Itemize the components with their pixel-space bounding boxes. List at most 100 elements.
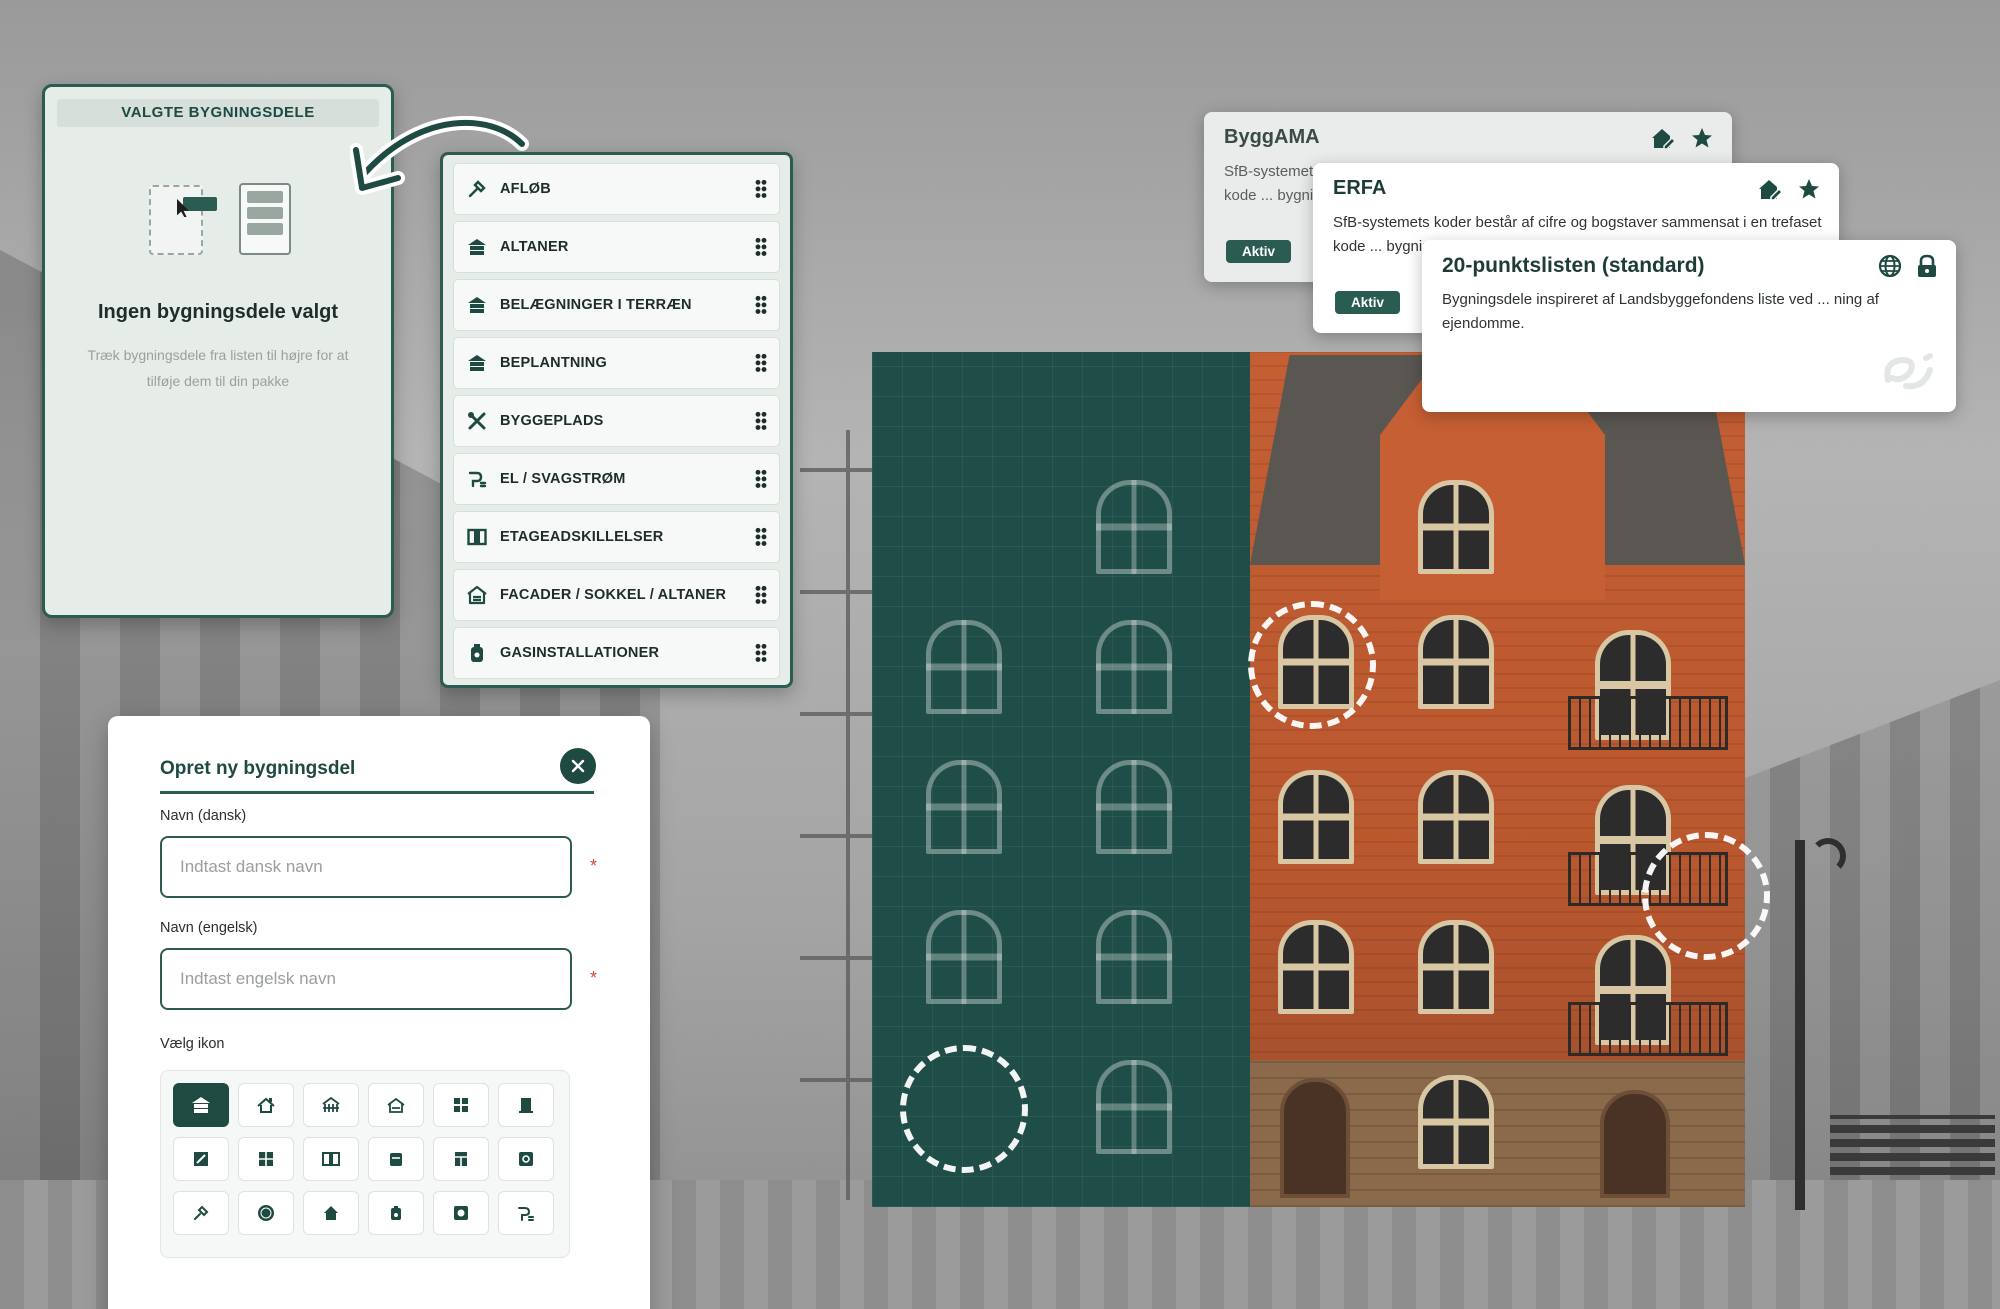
list-item-label: BELÆGNINGER I TERRÆN — [500, 297, 692, 313]
drill-icon — [466, 178, 488, 200]
drill-icon — [194, 1205, 209, 1220]
hotspot-door[interactable] — [900, 1045, 1028, 1173]
window-icon — [259, 1152, 273, 1166]
list-item-belaegninger[interactable]: BELÆGNINGER I TERRÆN — [453, 279, 780, 331]
brick-window — [1278, 770, 1354, 864]
gas-icon — [390, 1153, 402, 1166]
drop-slot-icon — [149, 185, 203, 255]
blueprint-window — [1096, 760, 1172, 854]
icon-option-roof[interactable] — [238, 1083, 294, 1127]
icon-option-grid[interactable] — [433, 1083, 489, 1127]
gear-icon — [519, 1152, 533, 1166]
drag-handle-icon[interactable] — [755, 237, 767, 257]
blueprint-window — [926, 620, 1002, 714]
icon-option-bridge[interactable] — [303, 1083, 359, 1127]
icon-option-gas[interactable] — [368, 1137, 424, 1181]
roof-icon — [257, 1097, 275, 1113]
drag-handle-icon[interactable] — [755, 411, 767, 431]
name-en-input[interactable] — [160, 948, 572, 1010]
brick-window — [1418, 480, 1494, 574]
facade-icon — [387, 1097, 405, 1113]
list-item-afloeb[interactable]: AFLØB — [453, 163, 780, 215]
status-badge: Aktiv — [1226, 240, 1292, 263]
plug-icon — [518, 1207, 534, 1221]
standard-title: ByggAMA — [1224, 126, 1320, 148]
drag-handle-icon[interactable] — [755, 585, 767, 605]
grid-icon — [454, 1098, 468, 1112]
close-button[interactable] — [560, 748, 596, 784]
list-item-altaner[interactable]: ALTANER — [453, 221, 780, 273]
gas-icon — [466, 642, 488, 664]
drag-handle-icon[interactable] — [755, 353, 767, 373]
list-item-label: BYGGEPLADS — [500, 413, 604, 429]
list-item-label: GASINSTALLATIONER — [500, 645, 660, 661]
street-lamp-head — [1810, 838, 1846, 874]
plug-icon — [466, 468, 488, 490]
house-icon — [324, 1206, 338, 1220]
lock-icon[interactable] — [1916, 254, 1938, 278]
building-icon — [466, 236, 488, 258]
standard-description: Bygningsdele inspireret af Landsbyggefon… — [1442, 291, 1879, 332]
icon-option-circle[interactable] — [238, 1191, 294, 1235]
brick-window — [1418, 615, 1494, 709]
blueprint-window — [1096, 910, 1172, 1004]
drag-handle-icon[interactable] — [755, 643, 767, 663]
building-icon — [192, 1097, 210, 1113]
drag-drop-illustration — [45, 179, 391, 299]
icon-option-gas-2[interactable] — [368, 1191, 424, 1235]
icon-option-column[interactable] — [433, 1137, 489, 1181]
selected-parts-panel[interactable]: VALGTE BYGNINGSDELE Ingen bygningsdele v… — [42, 84, 394, 618]
brand-watermark-icon — [1884, 353, 1933, 390]
icon-picker-label: Vælg ikon — [160, 1036, 225, 1052]
standard-card-20-punktslisten[interactable]: 20-punktslisten (standard) Bygningsdele … — [1422, 240, 1956, 412]
icon-option-facade[interactable] — [368, 1083, 424, 1127]
list-item-facader[interactable]: FACADER / SOKKEL / ALTANER — [453, 569, 780, 621]
icon-picker-grid — [160, 1070, 570, 1258]
star-icon[interactable] — [1690, 126, 1714, 150]
list-item-el-svagstroem[interactable]: EL / SVAGSTRØM — [453, 453, 780, 505]
icon-option-building[interactable] — [173, 1083, 229, 1127]
dialog-title: Opret ny bygningsdel — [160, 758, 356, 779]
list-item-byggeplads[interactable]: BYGGEPLADS — [453, 395, 780, 447]
blueprint-window — [926, 910, 1002, 1004]
list-item-etageadskillelser[interactable]: ETAGEADSKILLELSER — [453, 511, 780, 563]
list-item-label: EL / SVAGSTRØM — [500, 471, 626, 487]
star-icon[interactable] — [1797, 177, 1821, 201]
house-edit-icon[interactable] — [1650, 126, 1676, 150]
icon-option-door[interactable] — [498, 1083, 554, 1127]
building-icon — [466, 294, 488, 316]
hotspot-window[interactable] — [1248, 601, 1376, 729]
list-item-beplantning[interactable]: BEPLANTNING — [453, 337, 780, 389]
icon-option-gear[interactable] — [498, 1137, 554, 1181]
list-item-label: ALTANER — [500, 239, 569, 255]
hotspot-balcony[interactable] — [1642, 832, 1770, 960]
icon-option-panel[interactable] — [173, 1137, 229, 1181]
globe-icon[interactable] — [1878, 254, 1902, 278]
icon-option-house[interactable] — [303, 1191, 359, 1235]
blueprint-window — [1096, 620, 1172, 714]
icon-option-wall[interactable] — [303, 1137, 359, 1181]
house-edit-icon[interactable] — [1757, 177, 1783, 201]
drag-handle-icon[interactable] — [755, 295, 767, 315]
icon-option-plug[interactable] — [498, 1191, 554, 1235]
brick-window — [1418, 770, 1494, 864]
icon-option-square[interactable] — [433, 1191, 489, 1235]
icon-option-drill[interactable] — [173, 1191, 229, 1235]
panel-icon — [194, 1152, 208, 1166]
list-item-gasinstallationer[interactable]: GASINSTALLATIONER — [453, 627, 780, 679]
standard-title: ERFA — [1333, 177, 1387, 199]
balcony — [1568, 1002, 1728, 1056]
tools-icon — [466, 410, 488, 432]
standard-title: 20-punktslisten (standard) — [1442, 254, 1705, 277]
name-da-input[interactable] — [160, 836, 572, 898]
drag-handle-icon[interactable] — [755, 179, 767, 199]
brick-window — [1418, 920, 1494, 1014]
icon-option-window[interactable] — [238, 1137, 294, 1181]
street-buildings-right — [1740, 680, 2000, 1180]
drag-handle-icon[interactable] — [755, 527, 767, 547]
street-lamp — [1795, 840, 1805, 1210]
empty-state-text: Træk bygningsdele fra listen til højre f… — [87, 347, 349, 389]
drag-handle-icon[interactable] — [755, 469, 767, 489]
required-mark: * — [590, 968, 598, 988]
close-icon — [571, 759, 585, 773]
